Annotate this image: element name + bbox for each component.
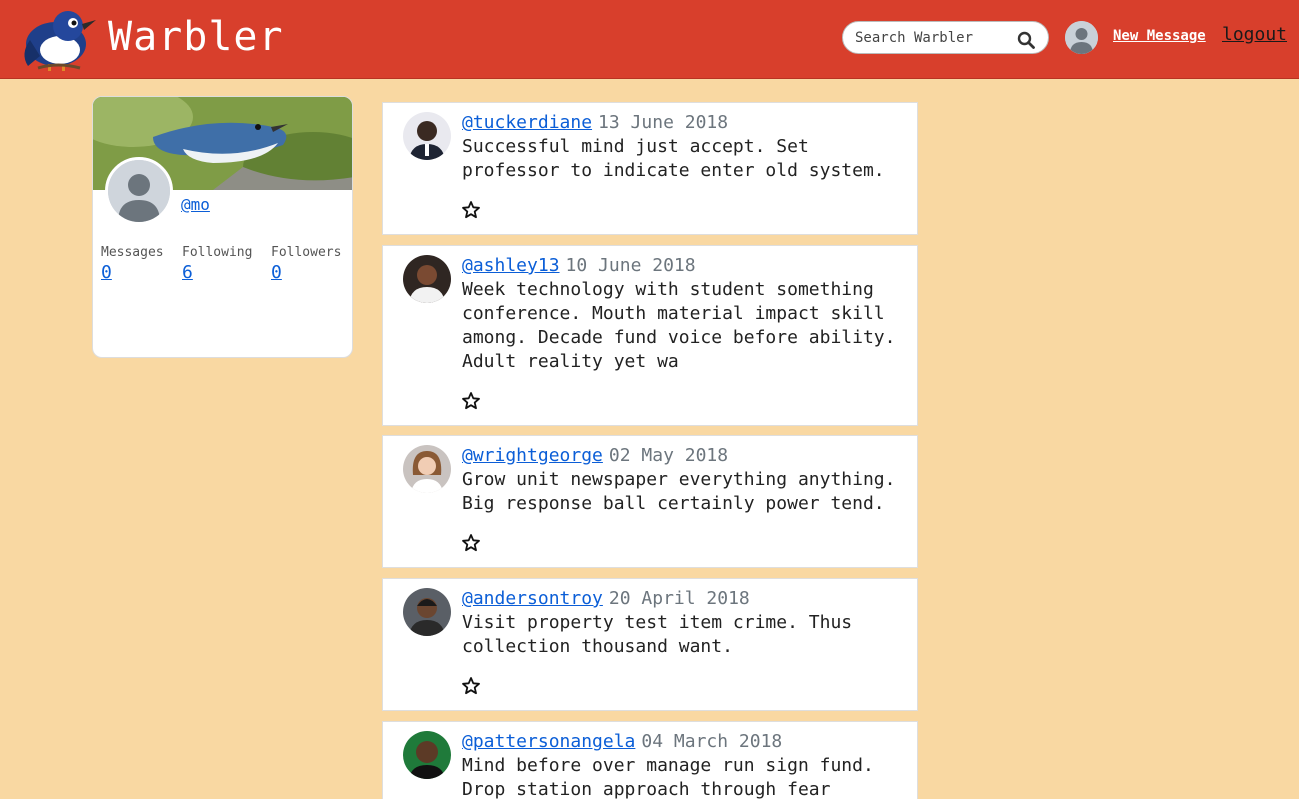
message-body: @ashley13 10 June 2018 Week technology wi… xyxy=(462,254,902,374)
message-date: 04 March 2018 xyxy=(641,731,783,752)
message-item: @ashley13 10 June 2018 Week technology wi… xyxy=(382,245,918,426)
user-photo xyxy=(403,255,451,303)
message-username-link[interactable]: @pattersonangela xyxy=(462,731,635,752)
message-username-link[interactable]: @andersontroy xyxy=(462,588,603,609)
message-item: @tuckerdiane 13 June 2018 Successful mind… xyxy=(382,102,918,235)
navbar: Warbler New Message logout xyxy=(0,0,1299,79)
star-icon[interactable] xyxy=(461,533,481,553)
user-photo xyxy=(403,588,451,636)
star-icon[interactable] xyxy=(461,391,481,411)
profile-card: @mo Messages 0 Following 6 Followers 0 xyxy=(92,96,353,358)
message-author-avatar[interactable] xyxy=(403,588,451,636)
nav-user-avatar[interactable] xyxy=(1065,21,1098,54)
user-photo xyxy=(403,731,451,779)
profile-stats: Messages 0 Following 6 Followers 0 xyxy=(101,245,351,285)
user-photo xyxy=(403,112,451,160)
profile-username-link[interactable]: @mo xyxy=(181,195,210,214)
message-item: @wrightgeorge 02 May 2018 Grow unit newsp… xyxy=(382,435,918,568)
message-date: 20 April 2018 xyxy=(608,588,750,609)
user-photo xyxy=(403,445,451,493)
brand-name: Warbler xyxy=(108,14,284,60)
message-username-link[interactable]: @ashley13 xyxy=(462,255,560,276)
search-form xyxy=(842,21,1049,54)
message-author-avatar[interactable] xyxy=(403,112,451,160)
message-author-avatar[interactable] xyxy=(403,255,451,303)
message-body: @wrightgeorge 02 May 2018 Grow unit newsp… xyxy=(462,444,902,516)
stat-followers[interactable]: Followers 0 xyxy=(271,245,341,283)
message-text: Successful mind just accept. Set profess… xyxy=(462,136,885,181)
message-date: 02 May 2018 xyxy=(608,445,729,466)
message-item: @andersontroy 20 April 2018 Visit propert… xyxy=(382,578,918,711)
warbler-bird-logo-icon xyxy=(24,11,96,71)
stat-following[interactable]: Following 6 xyxy=(182,245,252,283)
stat-label: Followers xyxy=(271,245,342,260)
default-avatar-icon xyxy=(1065,21,1098,54)
new-message-link[interactable]: New Message xyxy=(1113,28,1206,44)
message-body: @pattersonangela 04 March 2018 Mind befor… xyxy=(462,730,902,799)
message-date: 10 June 2018 xyxy=(565,255,696,276)
message-author-avatar[interactable] xyxy=(403,445,451,493)
stat-value[interactable]: 6 xyxy=(182,262,252,283)
message-username-link[interactable]: @wrightgeorge xyxy=(462,445,603,466)
message-text: Grow unit newspaper everything anything.… xyxy=(462,469,896,514)
star-icon[interactable] xyxy=(461,676,481,696)
message-author-avatar[interactable] xyxy=(403,731,451,779)
message-date: 13 June 2018 xyxy=(598,112,729,133)
message-text: Week technology with student something c… xyxy=(462,279,896,372)
stat-value[interactable]: 0 xyxy=(271,262,341,283)
stat-label: Following xyxy=(182,245,253,260)
default-avatar-icon xyxy=(108,160,170,222)
message-body: @andersontroy 20 April 2018 Visit propert… xyxy=(462,587,902,659)
stat-label: Messages xyxy=(101,245,164,260)
logout-link[interactable]: logout xyxy=(1222,24,1287,45)
star-icon[interactable] xyxy=(461,200,481,220)
message-text: Mind before over manage run sign fund. D… xyxy=(462,755,874,799)
message-item: @pattersonangela 04 March 2018 Mind befor… xyxy=(382,721,918,799)
brand-home-link[interactable]: Warbler xyxy=(18,4,283,72)
stat-messages[interactable]: Messages 0 xyxy=(101,245,164,283)
message-body: @tuckerdiane 13 June 2018 Successful mind… xyxy=(462,111,902,183)
search-input[interactable] xyxy=(855,26,1015,50)
search-icon[interactable] xyxy=(1017,31,1035,49)
stat-value[interactable]: 0 xyxy=(101,262,164,283)
profile-avatar[interactable] xyxy=(105,157,173,225)
message-text: Visit property test item crime. Thus col… xyxy=(462,612,853,657)
message-username-link[interactable]: @tuckerdiane xyxy=(462,112,592,133)
